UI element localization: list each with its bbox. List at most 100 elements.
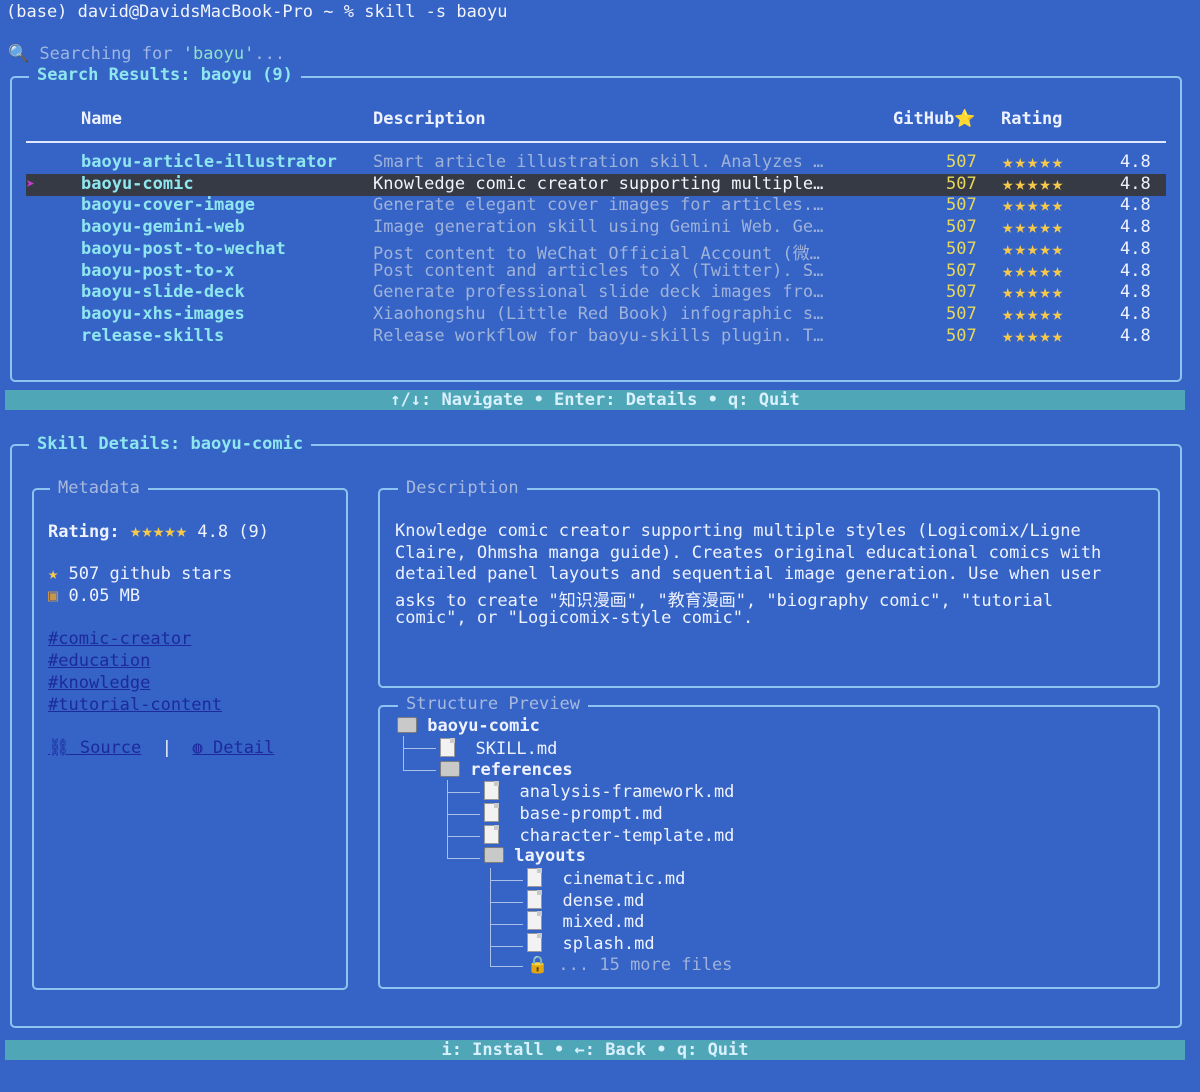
tag-tutorial-content[interactable]: #tutorial-content (48, 695, 222, 715)
detail-link-label: Detail (212, 738, 275, 758)
rating-value: 4.8 (1120, 303, 1151, 324)
tree-skill-file: SKILL.md (440, 738, 557, 759)
searching-status: 🔍 Searching for 'baoyu'... (8, 44, 285, 64)
file-icon (527, 868, 542, 887)
tree-connector (447, 780, 480, 859)
tree-file-label: cinematic.md (562, 869, 686, 889)
tree-more-files: 🔒 ... 15 more files (527, 955, 732, 975)
link-icon: ⛓ (48, 738, 70, 758)
tree-connector (490, 868, 523, 967)
github-stars-count: 507 (946, 303, 977, 324)
tag-education[interactable]: #education (48, 651, 150, 671)
rating-value: 4.8 (1120, 238, 1151, 259)
description-line: Claire, Ohmsha manga guide). Creates ori… (395, 542, 1102, 563)
star-icon: ★ (48, 564, 59, 584)
search-results-title: Search Results: baoyu (9) (29, 65, 301, 85)
tree-file-label: analysis-framework.md (519, 782, 735, 802)
column-header-rating: Rating (1001, 109, 1063, 129)
links-separator: | (161, 738, 172, 758)
tree-file: cinematic.md (527, 868, 685, 889)
lock-icon: 🔒 (527, 955, 549, 975)
github-stars-count: 507 (946, 282, 977, 303)
github-stars-text: 507 github stars (68, 564, 233, 584)
rating-value: 4.8 (9) (197, 522, 270, 542)
tag-comic-creator[interactable]: #comic-creator (48, 629, 191, 649)
github-stars-count: 507 (946, 260, 977, 281)
source-link-label: Source (79, 738, 142, 758)
links-line: ⛓ Source | ◍ Detail (48, 738, 274, 758)
tree-layouts-label: layouts (514, 846, 586, 866)
skill-name: baoyu-gemini-web (81, 217, 245, 238)
table-row[interactable]: baoyu-gemini-web Image generation skill u… (26, 216, 1166, 239)
table-row[interactable]: release-skills Release workflow for baoyu… (26, 324, 1166, 348)
tree-file: splash.md (527, 933, 655, 954)
table-row[interactable]: baoyu-post-to-x Post content and articles… (26, 260, 1166, 283)
skill-description: Smart article illustration skill. Analyz… (373, 152, 824, 172)
tag-knowledge[interactable]: #knowledge (48, 673, 150, 693)
column-header-description: Description (373, 109, 486, 129)
tree-file: analysis-framework.md (484, 781, 734, 802)
search-icon: 🔍 (8, 44, 30, 64)
table-row[interactable]: ➤ baoyu-comic Knowledge comic creator supp… (26, 173, 1166, 196)
github-stars-count: 507 (946, 195, 977, 216)
rating-stars: ★★★★★ (1002, 194, 1065, 217)
searching-prefix: Searching for (39, 44, 183, 64)
column-header-github: GitHub⭐ (893, 109, 976, 129)
file-icon (484, 803, 499, 822)
skill-name: baoyu-post-to-wechat (81, 238, 286, 259)
detail-link[interactable]: ◍ Detail (192, 738, 274, 758)
tree-file: base-prompt.md (484, 803, 663, 824)
file-icon (440, 738, 455, 757)
terminal-command-line: (base) david@DavidsMacBook-Pro ~ % skill… (6, 2, 508, 22)
github-stars-count: 507 (946, 217, 977, 238)
skill-name: baoyu-xhs-images (81, 303, 245, 324)
table-row[interactable]: baoyu-cover-image Generate elegant cover … (26, 194, 1166, 217)
skill-name: baoyu-slide-deck (81, 282, 245, 303)
tree-connector (403, 736, 436, 771)
skill-description: Release workflow for baoyu-skills plugin… (373, 325, 824, 346)
tree-file-label: character-template.md (519, 826, 735, 846)
tree-references-folder: references (440, 760, 573, 780)
tree-file: character-template.md (484, 825, 734, 846)
rating-stars: ★★★★★ (1002, 151, 1065, 173)
rating-stars: ★★★★★ (1002, 324, 1065, 347)
tree-layouts-folder: layouts (484, 846, 586, 866)
skill-name: release-skills (81, 325, 225, 346)
folder-icon (440, 761, 460, 777)
file-icon (484, 825, 499, 844)
rating-line: Rating: ★★★★★ 4.8 (9) (48, 520, 269, 542)
source-link[interactable]: ⛓ Source (48, 738, 141, 758)
github-stars-count: 507 (946, 152, 977, 172)
table-row[interactable]: baoyu-article-illustrator Smart article i… (26, 151, 1166, 174)
rating-label: Rating: (48, 522, 120, 542)
tree-file: mixed.md (527, 911, 644, 932)
rating-value: 4.8 (1120, 260, 1151, 281)
searching-query: 'baoyu' (182, 44, 255, 64)
skill-description: Generate elegant cover images for articl… (373, 195, 824, 216)
rating-value: 4.8 (1120, 325, 1151, 346)
searching-suffix: ... (254, 44, 286, 64)
skill-name: baoyu-post-to-x (81, 260, 235, 281)
table-row[interactable]: baoyu-slide-deck Generate professional sl… (26, 281, 1166, 304)
tree-more-label: ... 15 more files (558, 955, 733, 975)
package-icon: ▣ (48, 586, 59, 606)
folder-icon (484, 847, 504, 863)
skill-name: baoyu-article-illustrator (81, 152, 337, 172)
tree-file-label: base-prompt.md (519, 804, 663, 824)
skill-description: Generate professional slide deck images … (373, 282, 824, 303)
rating-value: 4.8 (1120, 173, 1151, 194)
tree-file-label: dense.md (562, 891, 645, 911)
rating-stars: ★★★★★ (1002, 302, 1065, 325)
github-stars-count: 507 (946, 325, 977, 346)
tree-file-label: splash.md (562, 934, 655, 954)
file-icon (527, 911, 542, 930)
github-stars-count: 507 (946, 173, 977, 194)
file-icon (484, 781, 499, 800)
footer-help-bar: i: Install • ←: Back • q: Quit (5, 1040, 1185, 1060)
tree-skill-file-label: SKILL.md (475, 739, 558, 759)
table-row[interactable]: baoyu-post-to-wechat Post content to WeCh… (26, 238, 1166, 264)
rating-value: 4.8 (1120, 195, 1151, 216)
tree-root-label: baoyu-comic (427, 716, 540, 736)
file-icon (527, 890, 542, 909)
table-row[interactable]: baoyu-xhs-images Xiaohongshu (Little Red … (26, 302, 1166, 326)
